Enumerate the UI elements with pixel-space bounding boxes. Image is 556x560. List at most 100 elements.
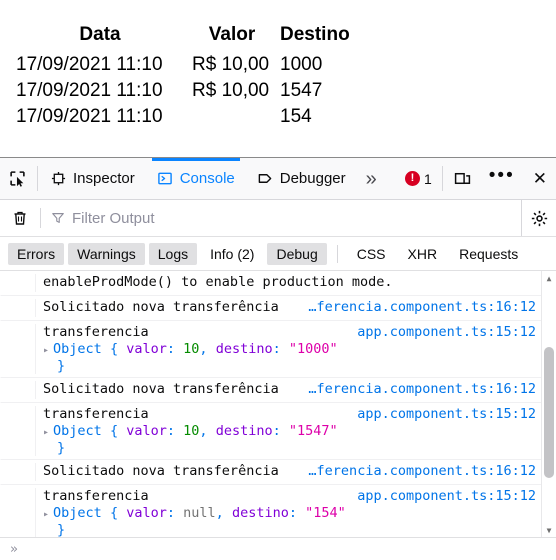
scrollbar-thumb[interactable] [544, 346, 554, 478]
filter-debug[interactable]: Debug [267, 242, 327, 265]
devtools-toolbar: Inspector Console Debugger » ! 1 ••• ✕ [0, 158, 556, 200]
cell-valor: R$ 10,00 [192, 80, 270, 101]
devtools-settings-menu-button[interactable]: ••• [480, 158, 524, 199]
object-close-brace: } [57, 440, 66, 456]
console-message[interactable]: transferencia app.component.ts:15:12 ▸ O… [0, 485, 542, 537]
error-count-button[interactable]: ! 1 [397, 158, 440, 199]
cell-valor [188, 104, 276, 130]
object-preview[interactable]: ▸ Object { valor: 10, destino: "1547" [43, 423, 536, 440]
console-message[interactable]: transferencia app.component.ts:15:12 ▸ O… [0, 321, 542, 378]
message-source-link[interactable]: …ferencia.component.ts:16:12 [308, 463, 536, 479]
web-page-content: Data Valor Destino 17/09/2021 11:10 R$ 1… [0, 0, 556, 157]
message-source-link[interactable]: app.component.ts:15:12 [357, 488, 536, 504]
message-gutter [1, 406, 36, 456]
object-preview[interactable]: ▸ Object { valor: null, destino: "154" [43, 505, 536, 522]
cell-destino: 1547 [280, 80, 323, 101]
toolbar-divider [37, 166, 38, 191]
meatball-menu-icon: ••• [488, 165, 515, 186]
message-gutter [1, 274, 36, 292]
responsive-design-mode-button[interactable] [445, 158, 480, 199]
filter-errors[interactable]: Errors [8, 242, 65, 265]
cell-data: 17/09/2021 11:10 [16, 54, 163, 75]
error-exclamation-icon: ! [404, 171, 420, 186]
console-settings-button[interactable] [521, 200, 556, 236]
filter-css[interactable]: CSS [348, 243, 395, 265]
tab-inspector[interactable]: Inspector [40, 158, 146, 199]
console-filter-toolbar: Filter Output [0, 200, 556, 237]
console-message-list: enableProdMode() to enable production mo… [0, 271, 542, 537]
filter-info[interactable]: Info (2) [201, 243, 263, 265]
object-type-label: Object [53, 341, 102, 357]
element-picker-button[interactable] [0, 158, 35, 199]
message-gutter [1, 381, 36, 399]
table-header-valor: Valor [208, 24, 256, 45]
tab-console-label: Console [179, 170, 235, 187]
message-source-link[interactable]: …ferencia.component.ts:16:12 [308, 381, 536, 397]
console-message[interactable]: enableProdMode() to enable production mo… [0, 271, 542, 296]
object-preview[interactable]: ▸ Object { valor: 10, destino: "1000" [43, 341, 536, 358]
object-prop-value: 10 [183, 341, 200, 357]
scrollbar-track[interactable] [542, 285, 556, 523]
debugger-tag-icon [257, 171, 273, 186]
object-prop-value: "1000" [288, 341, 338, 357]
expand-twisty-icon[interactable]: ▸ [43, 508, 49, 522]
object-prop-value: "1547" [288, 423, 338, 439]
object-open-brace: { [109, 341, 119, 357]
console-message[interactable]: Solicitado nova transferência …ferencia.… [0, 378, 542, 403]
scroll-up-arrow-icon[interactable]: ▲ [542, 271, 556, 285]
message-source-link[interactable]: …ferencia.component.ts:16:12 [308, 299, 536, 315]
chevron-double-right-icon: » [365, 167, 377, 190]
close-devtools-button[interactable]: ✕ [524, 158, 556, 199]
object-prop-key: destino [215, 341, 273, 357]
filter-requests[interactable]: Requests [450, 243, 527, 265]
tab-debugger[interactable]: Debugger [246, 158, 357, 199]
clear-console-button[interactable] [0, 200, 40, 236]
console-scrollbar[interactable]: ▲ ▼ [541, 271, 556, 537]
cell-destino: 1000 [280, 54, 323, 75]
object-close-brace: } [57, 522, 66, 537]
object-prop-value: "154" [305, 505, 346, 521]
object-prop-value: null [183, 505, 216, 521]
message-gutter [1, 299, 36, 317]
message-source-link[interactable]: app.component.ts:15:12 [357, 324, 536, 340]
cell-valor: R$ 10,00 [192, 54, 270, 75]
trash-can-icon [14, 211, 26, 225]
object-type-label: Object [53, 505, 102, 521]
table-row: 17/09/2021 11:10 R$ 10,00 1547 [12, 78, 354, 104]
scroll-down-arrow-icon[interactable]: ▼ [542, 523, 556, 537]
funnel-icon [52, 213, 64, 223]
error-count-label: 1 [423, 170, 432, 187]
console-input[interactable]: » [0, 537, 556, 560]
expand-twisty-icon[interactable]: ▸ [43, 426, 49, 440]
object-prop-key: valor [126, 505, 167, 521]
object-prop-value: 10 [183, 423, 200, 439]
expand-twisty-icon[interactable]: ▸ [43, 344, 49, 358]
cell-destino: 154 [280, 106, 312, 127]
console-message[interactable]: transferencia app.component.ts:15:12 ▸ O… [0, 403, 542, 460]
console-message[interactable]: Solicitado nova transferência …ferencia.… [0, 460, 542, 485]
filter-divider [336, 244, 338, 263]
object-prop-sep: , [199, 423, 208, 439]
message-text: transferencia [43, 488, 149, 504]
cell-data: 17/09/2021 11:10 [16, 80, 163, 101]
object-type-label: Object [53, 423, 102, 439]
console-prompt-chevron: » [10, 541, 18, 557]
object-prop-key: destino [215, 423, 273, 439]
object-prop-key: valor [126, 423, 167, 439]
message-gutter [1, 488, 36, 537]
toolbar-divider [441, 166, 443, 191]
devtools-panel: Inspector Console Debugger » ! 1 ••• ✕ F… [0, 157, 556, 560]
object-prop-key: valor [126, 341, 167, 357]
filter-xhr[interactable]: XHR [399, 243, 447, 265]
filter-input[interactable]: Filter Output [41, 200, 521, 236]
filter-logs[interactable]: Logs [148, 242, 198, 265]
table-row: 17/09/2021 11:10 154 [12, 104, 354, 130]
tools-overflow-button[interactable]: » [357, 158, 386, 199]
table-row: 17/09/2021 11:10 R$ 10,00 1000 [12, 52, 354, 78]
message-source-link[interactable]: app.component.ts:15:12 [357, 406, 536, 422]
cell-data: 17/09/2021 11:10 [16, 106, 163, 127]
message-gutter [1, 463, 36, 481]
tab-console[interactable]: Console [146, 158, 246, 199]
filter-warnings[interactable]: Warnings [68, 242, 145, 265]
console-message[interactable]: Solicitado nova transferência …ferencia.… [0, 296, 542, 321]
